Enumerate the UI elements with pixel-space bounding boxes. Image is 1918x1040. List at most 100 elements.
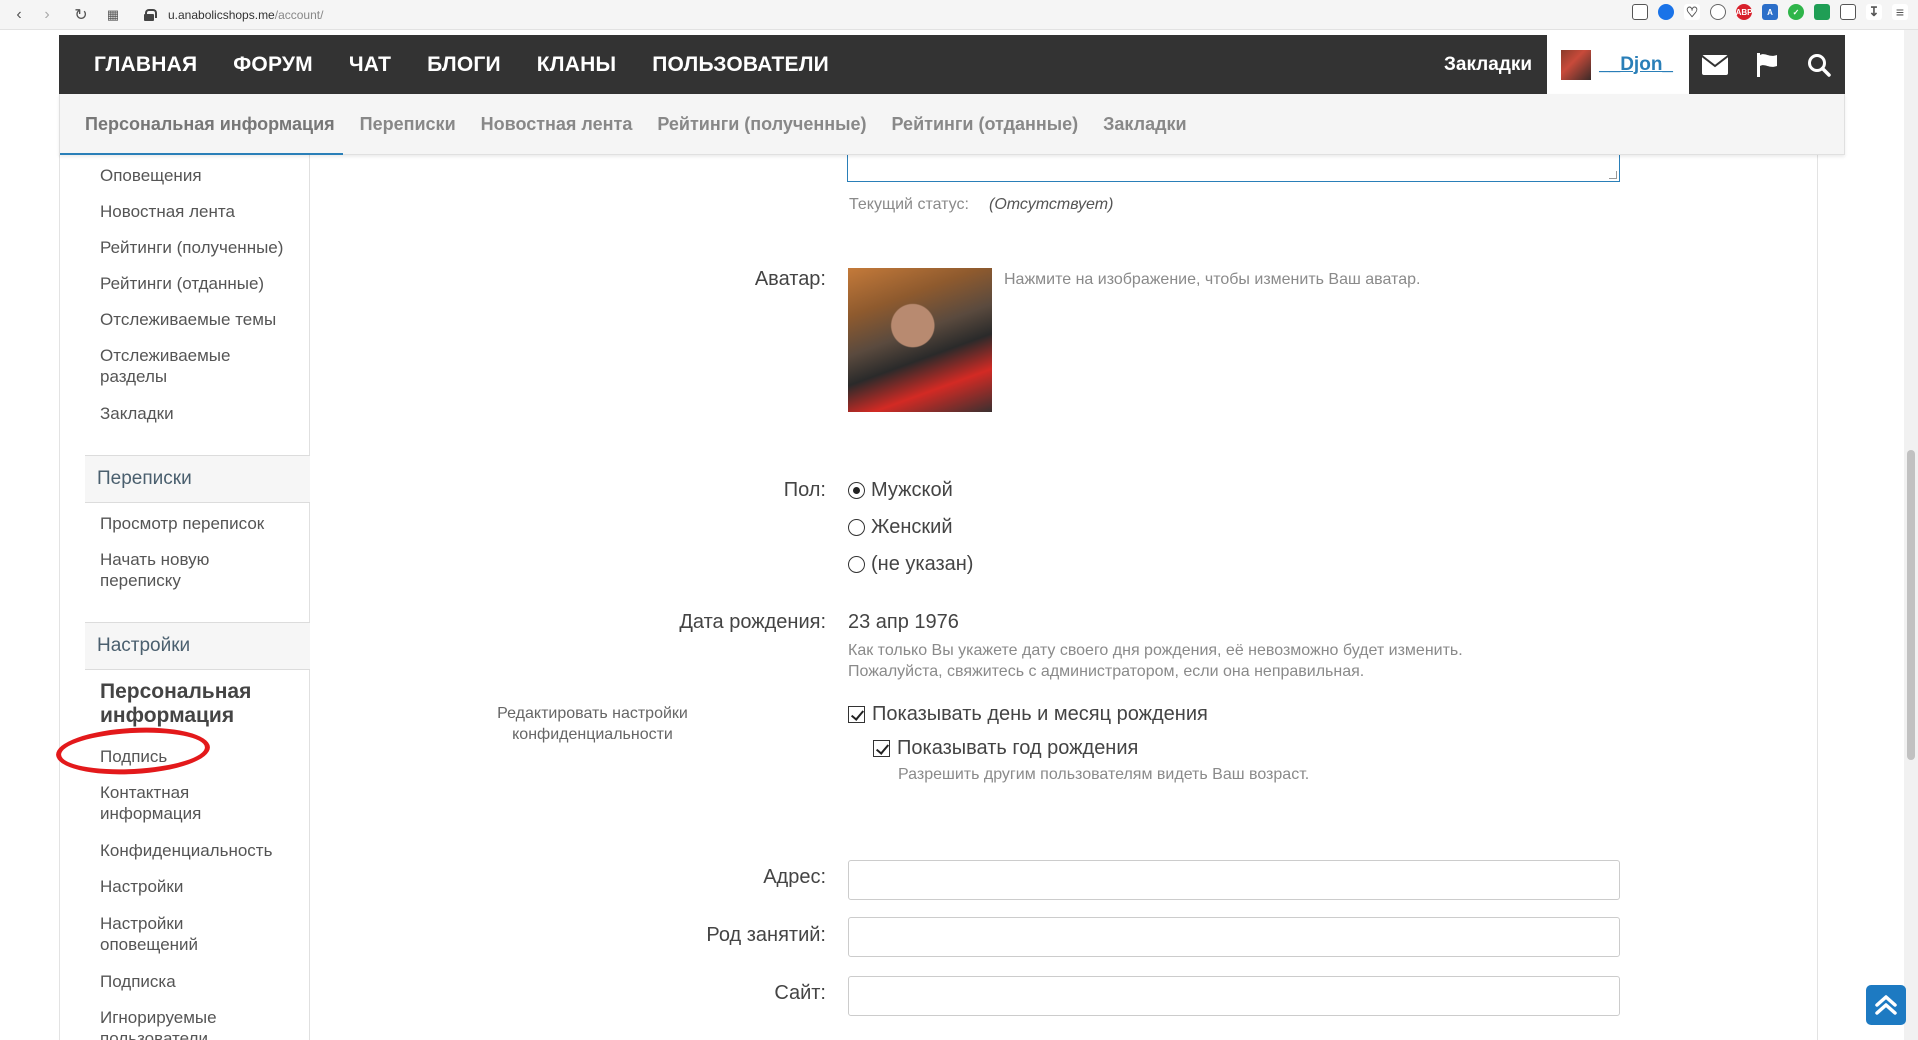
nav-home[interactable]: ГЛАВНАЯ xyxy=(94,53,197,77)
camera-icon[interactable] xyxy=(1632,4,1648,20)
sidebar-item-watched-forums[interactable]: Отслеживаемые разделы xyxy=(100,345,250,387)
show-dob-checkbox-row[interactable]: Показывать день и месяц рождения xyxy=(848,703,1208,726)
sidebar-section-conversations: Переписки xyxy=(85,455,310,503)
user-menu[interactable]: __Djon_ xyxy=(1547,35,1689,94)
edit-privacy-link[interactable]: Редактировать настройки конфиденциальнос… xyxy=(460,703,725,745)
forward-icon[interactable]: › xyxy=(36,4,58,26)
shield-check-icon[interactable] xyxy=(1658,4,1674,20)
account-sidebar: Оповещения Новостная лента Рейтинги (пол… xyxy=(85,155,310,1040)
tab-conversations[interactable]: Переписки xyxy=(360,114,456,135)
dob-hint: Как только Вы укажете дату своего дня ро… xyxy=(848,640,1608,682)
sidebar-item-subscription[interactable]: Подписка xyxy=(100,971,305,992)
tab-ratings-given[interactable]: Рейтинги (отданные) xyxy=(892,114,1079,135)
sidebar-item-alert-preferences[interactable]: Настройки оповещений xyxy=(100,913,210,955)
nav-bookmarks[interactable]: Закладки xyxy=(1444,54,1532,76)
checkbox-checked[interactable] xyxy=(848,706,865,723)
content-border-left xyxy=(59,155,60,1040)
tab-news-feed[interactable]: Новостная лента xyxy=(481,114,633,135)
sidebar-item-privacy[interactable]: Конфиденциальность xyxy=(100,840,305,861)
back-icon[interactable]: ‹ xyxy=(8,4,30,26)
search-icon[interactable] xyxy=(1793,35,1845,94)
sidebar-item-preferences[interactable]: Настройки xyxy=(100,876,305,897)
radio-button[interactable] xyxy=(848,519,865,536)
browser-toolbar: ‹ › ↻ ▦ u.anabolicshops.me/account/ ♡ AB… xyxy=(0,0,1918,30)
adblock-icon[interactable]: ABP xyxy=(1736,4,1752,20)
main-navigation: ГЛАВНАЯ ФОРУМ ЧАТ БЛОГИ КЛАНЫ ПОЛЬЗОВАТЕ… xyxy=(59,35,1845,94)
check-icon[interactable]: ✓ xyxy=(1788,4,1804,20)
gender-label: Пол: xyxy=(783,479,826,501)
nav-right-group: Закладки __Djon_ xyxy=(1444,35,1845,94)
double-chevron-up-icon xyxy=(1875,995,1897,1015)
lock-icon xyxy=(144,8,157,21)
nav-chat[interactable]: ЧАТ xyxy=(349,53,391,77)
sidebar-item-start-conversation[interactable]: Начать новую переписку xyxy=(100,549,240,591)
show-age-hint: Разрешить другим пользователям видеть Ва… xyxy=(898,766,1310,783)
sidebar-item-personal-info-active[interactable]: Персональная информация xyxy=(100,680,305,728)
current-status-value: (Отсутствует) xyxy=(989,196,1114,213)
gender-option-label: Женский xyxy=(871,516,953,538)
avatar-label: Аватар: xyxy=(754,268,826,290)
scrollbar-thumb[interactable] xyxy=(1907,450,1915,760)
cube-icon[interactable] xyxy=(1840,4,1856,20)
sidebar-section-settings: Настройки xyxy=(85,622,310,670)
nav-clans[interactable]: КЛАНЫ xyxy=(537,53,616,77)
privacy-link-line-2: конфиденциальности xyxy=(512,726,673,743)
tab-personal-info[interactable]: Персональная информация xyxy=(60,114,343,155)
dob-hint-line-1: Как только Вы укажете дату своего дня ро… xyxy=(848,642,1463,659)
sidebar-item-ignored-users[interactable]: Игнорируемые пользователи xyxy=(100,1007,240,1040)
gender-option-unspecified[interactable]: (не указан) xyxy=(848,553,973,576)
privacy-link-line-1: Редактировать настройки xyxy=(497,705,688,722)
download-icon[interactable]: ↧ xyxy=(1866,4,1882,20)
sidebar-item-ratings-received[interactable]: Рейтинги (полученные) xyxy=(100,237,305,258)
extension-icons: ♡ ABP A ✓ ↧ ≡ xyxy=(1632,4,1908,20)
translate-icon[interactable]: A xyxy=(1762,4,1778,20)
occupation-label: Род занятий: xyxy=(706,924,826,946)
sidebar-item-news-feed[interactable]: Новостная лента xyxy=(100,201,305,222)
checkbox-checked[interactable] xyxy=(873,740,890,757)
address-bar[interactable]: u.anabolicshops.me/account/ xyxy=(144,8,323,22)
vpn-shield-icon[interactable] xyxy=(1814,4,1830,20)
url-host: u.anabolicshops.me xyxy=(168,7,275,22)
tab-bookmarks[interactable]: Закладки xyxy=(1103,114,1186,135)
show-year-checkbox-row[interactable]: Показывать год рождения xyxy=(873,737,1138,760)
sidebar-item-watched-threads[interactable]: Отслеживаемые темы xyxy=(100,309,305,330)
address-label: Адрес: xyxy=(763,866,826,888)
radio-button-selected[interactable] xyxy=(848,482,865,499)
username-link[interactable]: __Djon_ xyxy=(1599,54,1673,76)
content-border-right xyxy=(1817,155,1818,1040)
flag-icon[interactable] xyxy=(1741,35,1793,94)
nav-blogs[interactable]: БЛОГИ xyxy=(427,53,501,77)
gender-option-female[interactable]: Женский xyxy=(848,516,952,539)
globe-icon[interactable] xyxy=(1710,4,1726,20)
envelope-icon[interactable] xyxy=(1689,35,1741,94)
website-field[interactable] xyxy=(848,976,1620,1016)
tab-ratings-received[interactable]: Рейтинги (полученные) xyxy=(657,114,866,135)
reload-icon[interactable]: ↻ xyxy=(70,4,92,26)
show-dob-label: Показывать день и месяц рождения xyxy=(872,703,1208,725)
occupation-field[interactable] xyxy=(848,917,1620,957)
sidebar-item-contact-details[interactable]: Контактная информация xyxy=(100,782,220,824)
current-status-label: Текущий статус: xyxy=(849,196,969,213)
tabs-grid-icon[interactable]: ▦ xyxy=(102,4,124,26)
nav-forum[interactable]: ФОРУМ xyxy=(233,53,313,77)
heart-icon[interactable]: ♡ xyxy=(1684,4,1700,20)
website-label: Сайт: xyxy=(774,982,826,1004)
address-field[interactable] xyxy=(848,860,1620,900)
gender-option-male[interactable]: Мужской xyxy=(848,479,953,502)
gender-option-label: Мужской xyxy=(871,479,953,501)
dob-label: Дата рождения: xyxy=(679,611,826,633)
avatar-image[interactable] xyxy=(848,268,992,412)
nav-users[interactable]: ПОЛЬЗОВАТЕЛИ xyxy=(652,53,829,77)
dob-value: 23 апр 1976 xyxy=(848,611,959,633)
sidebar-item-view-conversations[interactable]: Просмотр переписок xyxy=(100,513,305,534)
resize-grip-icon[interactable] xyxy=(1609,171,1617,179)
menu-icon[interactable]: ≡ xyxy=(1892,4,1908,20)
avatar xyxy=(1561,49,1592,80)
radio-button[interactable] xyxy=(848,556,865,573)
back-to-top-button[interactable] xyxy=(1866,985,1906,1025)
sidebar-item-bookmarks[interactable]: Закладки xyxy=(100,403,305,424)
dob-hint-line-2: Пожалуйста, свяжитесь с администратором,… xyxy=(848,663,1365,680)
sidebar-item-ratings-given[interactable]: Рейтинги (отданные) xyxy=(100,273,305,294)
page-scrollbar[interactable] xyxy=(1904,30,1918,1040)
sidebar-item-alerts[interactable]: Оповещения xyxy=(100,165,305,186)
